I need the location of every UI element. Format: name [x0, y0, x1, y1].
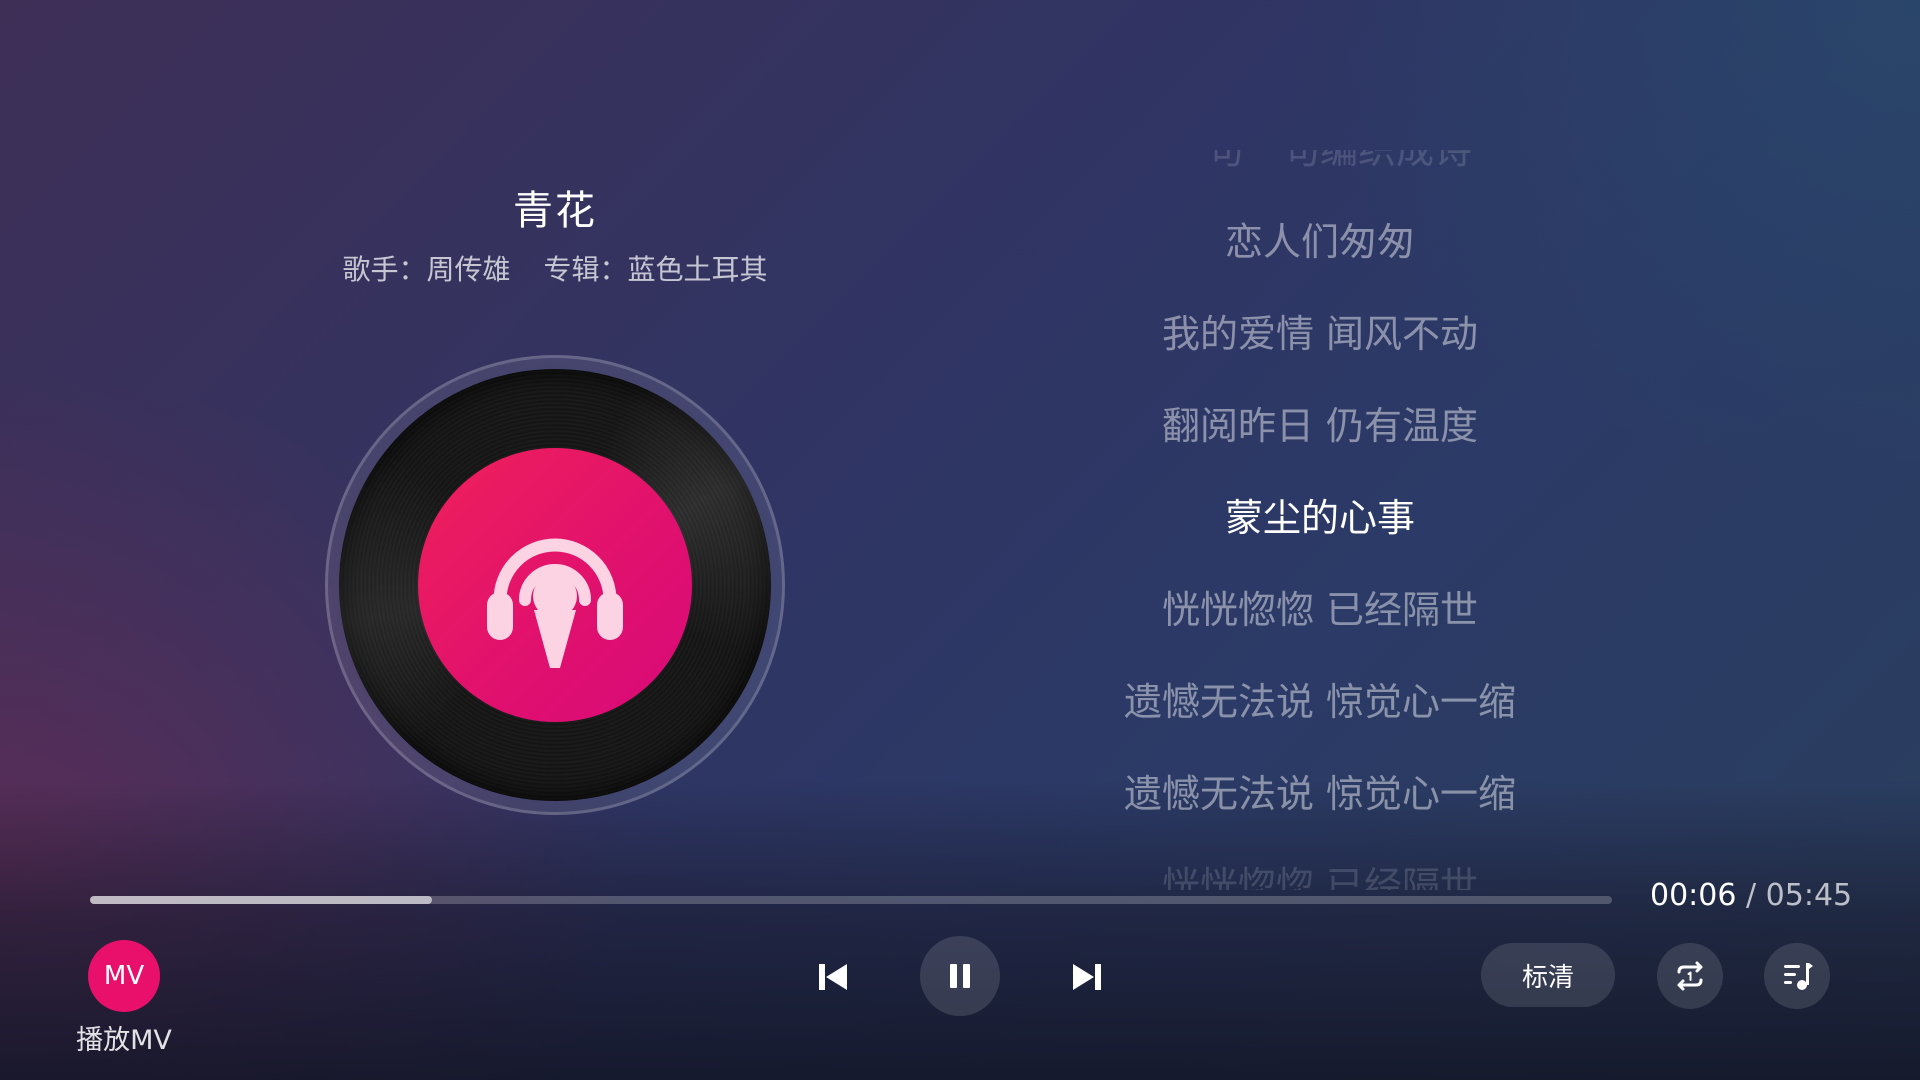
lyric-line: 遗憾无法说 惊觉心一缩 — [1123, 680, 1517, 724]
mv-badge-label: MV — [103, 961, 145, 991]
lyrics-list: 一句一句编织成诗 恋人们匆匆 我的爱情 闻风不动 翻阅昨日 仍有温度 蒙尘的心事… — [1020, 150, 1620, 890]
lyric-line: 我的爱情 闻风不动 — [1161, 312, 1479, 356]
quality-label: 标清 — [1521, 962, 1574, 993]
quality-button[interactable]: 标清 — [1481, 943, 1615, 1007]
total-time: 05:45 — [1765, 878, 1853, 913]
bottom-shade — [0, 780, 1920, 1080]
pause-button[interactable] — [920, 936, 1000, 1016]
lyric-line: 翻阅昨日 仍有温度 — [1161, 404, 1479, 448]
lyric-line: 恍恍惚惚 已经隔世 — [1161, 588, 1479, 632]
song-meta: 歌手：周传雄 专辑：蓝色土耳其 — [260, 248, 850, 288]
lyrics-panel: 一句一句编织成诗 恋人们匆匆 我的爱情 闻风不动 翻阅昨日 仍有温度 蒙尘的心事… — [1020, 150, 1620, 890]
play-mv-button[interactable]: MV — [88, 940, 160, 1012]
song-title: 青花 — [513, 188, 597, 234]
album-label: 专辑：蓝色土耳其 — [543, 253, 768, 286]
singer-label: 歌手：周传雄 — [342, 253, 511, 286]
podcast-headphones-icon — [487, 538, 623, 668]
play-mv-label: 播放MV — [76, 1025, 172, 1056]
progress-bar[interactable] — [90, 896, 1612, 904]
lyric-line: 恍恍惚惚 已经隔世 — [1161, 864, 1479, 890]
skip-next-icon — [1073, 964, 1101, 990]
disc-center-label — [418, 448, 692, 722]
skip-previous-icon — [819, 964, 847, 990]
repeat-one-icon — [1677, 961, 1703, 991]
progress-fill — [90, 896, 433, 904]
lyric-line: 恋人们匆匆 — [1224, 220, 1415, 264]
playlist-icon — [1784, 963, 1813, 990]
song-info: 青花 歌手：周传雄 专辑：蓝色土耳其 — [260, 178, 850, 288]
lyric-line-current: 蒙尘的心事 — [1224, 496, 1415, 540]
pause-icon — [950, 964, 970, 988]
repeat-mode-button[interactable] — [1657, 943, 1723, 1009]
lyric-line: 遗憾无法说 惊觉心一缩 — [1123, 772, 1517, 816]
next-button[interactable] — [1060, 950, 1114, 1004]
time-separator: / — [1746, 878, 1757, 913]
time-display: 00:06 / 05:45 — [1650, 878, 1852, 913]
playlist-button[interactable] — [1764, 943, 1830, 1009]
lyric-line: 一句一句编织成诗 — [1167, 150, 1472, 172]
current-time: 00:06 — [1650, 878, 1737, 913]
previous-button[interactable] — [806, 950, 860, 1004]
album-disc — [325, 355, 785, 815]
